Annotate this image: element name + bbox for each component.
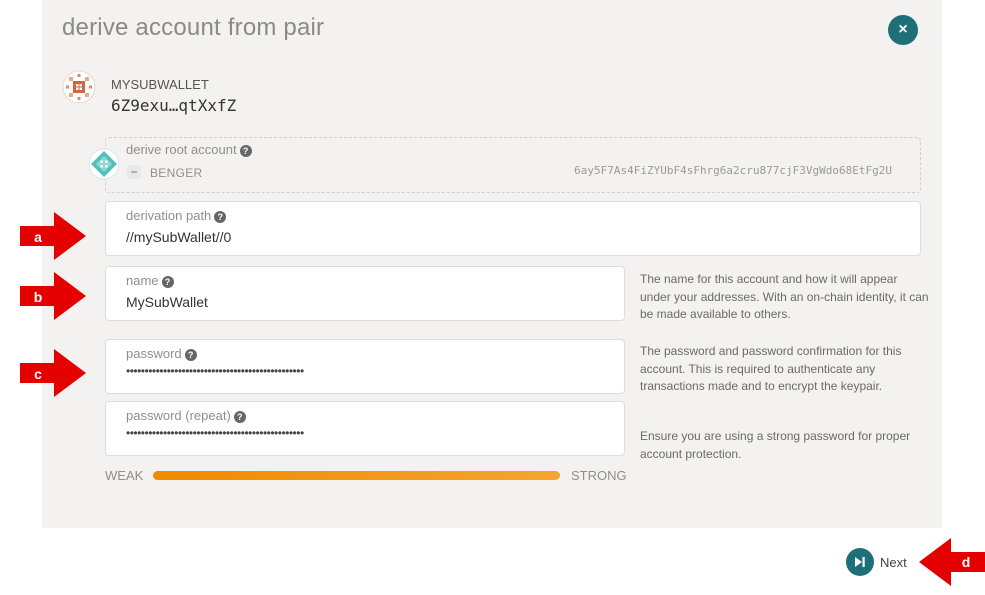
- question-circle-icon[interactable]: ?: [233, 411, 246, 423]
- derivation-path-label: derivation path?: [126, 208, 227, 223]
- root-identicon[interactable]: [88, 148, 120, 180]
- question-circle-icon[interactable]: ?: [184, 349, 197, 361]
- annotation-label-c: c: [34, 366, 42, 382]
- derive-account-modal: derive account from pair × MYSUBWALLET 6…: [42, 0, 942, 528]
- question-circle-icon[interactable]: ?: [239, 145, 252, 157]
- password-repeat-label-text: password (repeat): [126, 408, 231, 423]
- modal-title: derive account from pair: [62, 14, 325, 41]
- name-label-text: name: [126, 273, 159, 288]
- next-button-label: Next: [880, 554, 907, 570]
- account-name: MYSUBWALLET: [111, 77, 209, 92]
- root-account-label-text: derive root account: [126, 142, 237, 157]
- account-identicon[interactable]: [62, 70, 96, 104]
- close-button[interactable]: ×: [888, 15, 918, 45]
- skip-forward-icon: [846, 548, 874, 576]
- name-label: name?: [126, 273, 174, 288]
- next-button[interactable]: Next: [846, 548, 907, 576]
- derivation-path-field[interactable]: derivation path? //mySubWallet//0: [105, 201, 921, 256]
- password-strength-help-text: Ensure you are using a strong password f…: [640, 429, 911, 461]
- password-repeat-input[interactable]: ••••••••••••••••••••••••••••••••••••••••…: [126, 426, 304, 440]
- password-label-text: password: [126, 346, 182, 361]
- root-account-label: derive root account?: [126, 142, 252, 157]
- password-repeat-label: password (repeat)?: [126, 408, 246, 423]
- annotation-label-b: b: [33, 289, 43, 305]
- root-network-name: BENGER: [150, 166, 203, 180]
- question-circle-icon[interactable]: ?: [214, 211, 227, 223]
- password-strength-bar: [153, 471, 560, 480]
- account-address: 6Z9exu…qtXxfZ: [111, 96, 237, 115]
- derivation-path-input[interactable]: //mySubWallet//0: [126, 229, 231, 245]
- close-icon: ×: [898, 21, 908, 38]
- password-help-text: The password and password confirmation f…: [640, 344, 902, 393]
- password-strength-fill: [153, 471, 560, 480]
- strength-weak-label: WEAK: [105, 468, 144, 483]
- minus-icon[interactable]: −: [127, 165, 141, 179]
- name-input[interactable]: MySubWallet: [126, 294, 208, 310]
- root-account-address: 6ay5F7As4FiZYUbF4sFhrg6a2cru877cjF3VgWdo…: [574, 164, 892, 177]
- name-help-text: The name for this account and how it wil…: [640, 272, 929, 321]
- question-circle-icon[interactable]: ?: [161, 276, 174, 288]
- strength-strong-label: STRONG: [571, 468, 627, 483]
- password-repeat-field[interactable]: password (repeat)? •••••••••••••••••••••…: [105, 401, 625, 456]
- password-field[interactable]: password? ••••••••••••••••••••••••••••••…: [105, 339, 625, 394]
- annotation-label-d: d: [961, 554, 971, 570]
- password-label: password?: [126, 346, 197, 361]
- password-input[interactable]: ••••••••••••••••••••••••••••••••••••••••…: [126, 364, 304, 378]
- name-field[interactable]: name? MySubWallet: [105, 266, 625, 321]
- derivation-path-label-text: derivation path: [126, 208, 212, 223]
- annotation-label-a: a: [34, 229, 42, 245]
